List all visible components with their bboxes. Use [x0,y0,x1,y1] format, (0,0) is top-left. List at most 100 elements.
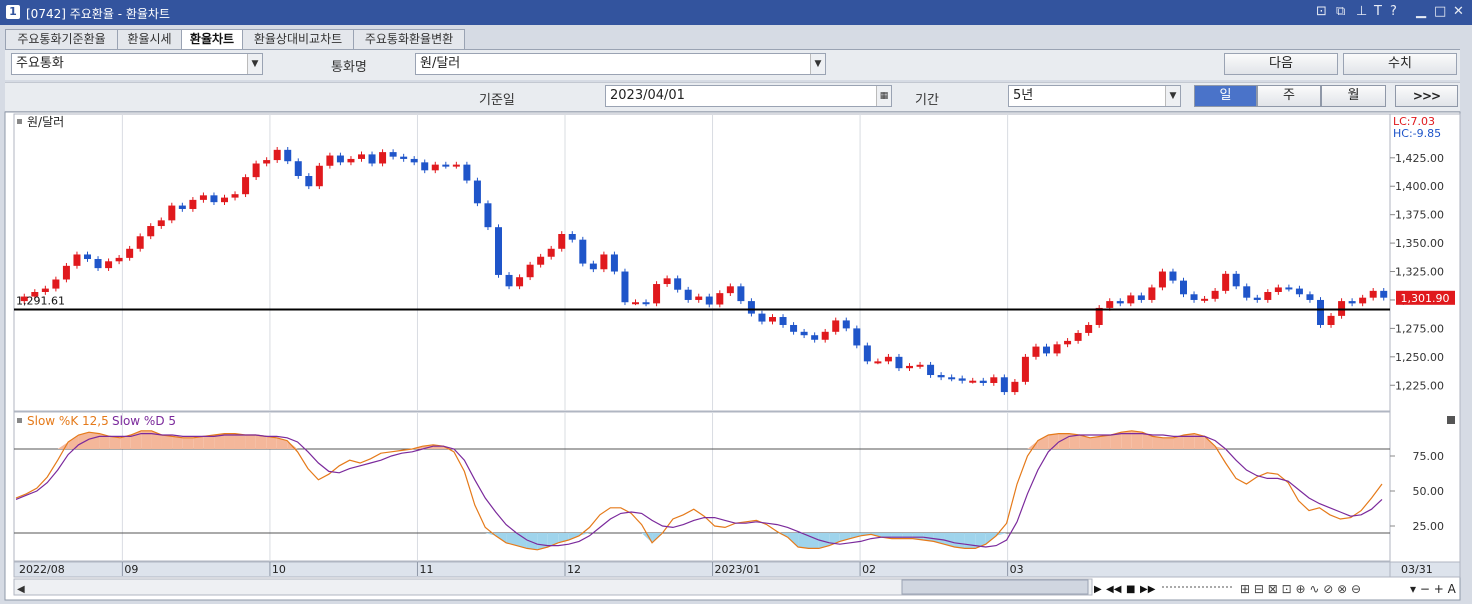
candle-body [62,265,70,280]
candle-body [1000,377,1008,393]
panel-marker-icon [17,119,22,124]
price-axis-label: 1,425.00 [1395,152,1444,165]
play-icon[interactable]: ▶ [1094,584,1102,595]
candle-body [811,335,819,340]
x-axis-label: 12 [567,563,581,576]
panel-close-icon[interactable] [1447,416,1455,424]
candle-body [379,152,387,164]
candle-body [73,254,81,266]
oscillator-title-d: Slow %D 5 [112,414,176,428]
candle-body [84,254,91,260]
oversold-zone [964,533,976,549]
candle-body [495,227,502,275]
oscillator-axis-label: 50.00 [1413,485,1445,498]
x-axis-label: 2022/08 [19,563,65,576]
candle-body [884,356,892,362]
price-axis-label: 1,350.00 [1395,237,1444,250]
candle-body [790,324,798,332]
candle-body [927,364,935,376]
overbought-zone [234,433,246,449]
price-axis-label: 1,325.00 [1395,266,1444,279]
forward-icon[interactable]: ▶▶ [1140,584,1156,595]
zoom-controls[interactable]: ▾ − + A [1410,582,1457,596]
candle-body [252,163,260,178]
candle-body [1274,287,1282,292]
overbought-zone [172,436,183,449]
candle-body [1064,340,1072,345]
candle-body [674,278,682,290]
x-axis-label: 2023/01 [715,563,761,576]
candle-body [747,301,755,314]
candle-body [863,345,871,362]
candle-body [1295,288,1303,295]
candle-body [653,284,661,304]
candle-body [126,248,134,258]
candle-body [463,164,471,181]
candle-body [263,160,271,164]
x-axis-end-label: 03/31 [1401,563,1433,576]
candle-body [737,286,745,302]
candle-body [410,158,418,163]
candle-body [1190,294,1198,300]
candle-body [906,365,913,369]
drawing-tools-icons[interactable]: ⊞ ⊟ ⊠ ⊡ ⊕ ∿ ⊘ ⊗ ⊖ [1240,582,1361,596]
overbought-zone [203,435,215,449]
x-axis-label: 09 [124,563,138,576]
candle-body [705,296,713,305]
oscillator-title-k: Slow %K 12,5 [27,414,109,428]
candle-body [1158,271,1166,288]
candle-body [663,278,671,285]
oversold-zone [526,533,538,550]
candle-body [1021,356,1029,382]
stop-icon[interactable]: ■ [1126,584,1135,595]
candle-body [1180,280,1187,295]
candle-body [600,254,608,270]
candle-body [358,154,365,159]
overbought-zone [161,435,173,449]
candle-body [1253,297,1261,300]
candle-body [800,331,808,336]
overbought-zone [224,433,235,449]
exchange-rate-chart[interactable]: 1,425.00 1,400.00 1,375.00 1,350.00 1,325.00… [0,0,1472,604]
candle-body [821,331,829,340]
rewind-icon[interactable]: ◀◀ [1106,584,1122,595]
scroll-left-icon[interactable]: ◀ [17,584,25,595]
candle-body [895,356,903,369]
overbought-zone [88,432,100,449]
candle-body [1264,292,1272,300]
x-axis-label: 11 [419,563,433,576]
candle-body [1243,286,1251,298]
candle-body [115,257,123,262]
oversold-zone [808,533,819,549]
overbought-zone [182,437,194,449]
candle-body [105,261,113,269]
price-panel [13,113,1391,412]
candle-body [168,205,176,221]
candle-body [273,149,281,161]
candle-body [473,180,481,204]
candle-body [579,239,587,264]
candle-body [147,226,155,237]
candle-body [547,248,555,257]
candle-body [589,263,597,270]
candle-body [832,320,840,332]
x-axis-label: 02 [862,563,876,576]
candle-body [1306,294,1314,300]
oscillator-axis-label: 75.00 [1413,450,1445,463]
candle-body [684,289,692,300]
candle-body [1369,290,1377,298]
scrollbar-thumb[interactable] [901,579,1089,595]
overbought-zone [245,435,256,449]
price-axis-label: 1,375.00 [1395,209,1444,222]
candle-body [537,256,545,265]
candle-body [1380,290,1388,298]
price-axis-label: 1,275.00 [1395,322,1444,335]
candle-body [41,288,49,292]
candle-body [189,199,197,209]
candle-body [568,234,576,240]
candle-body [400,156,408,159]
candle-body [442,164,450,167]
candle-body [874,361,882,364]
overbought-zone [193,436,204,449]
candle-body [1222,273,1230,291]
